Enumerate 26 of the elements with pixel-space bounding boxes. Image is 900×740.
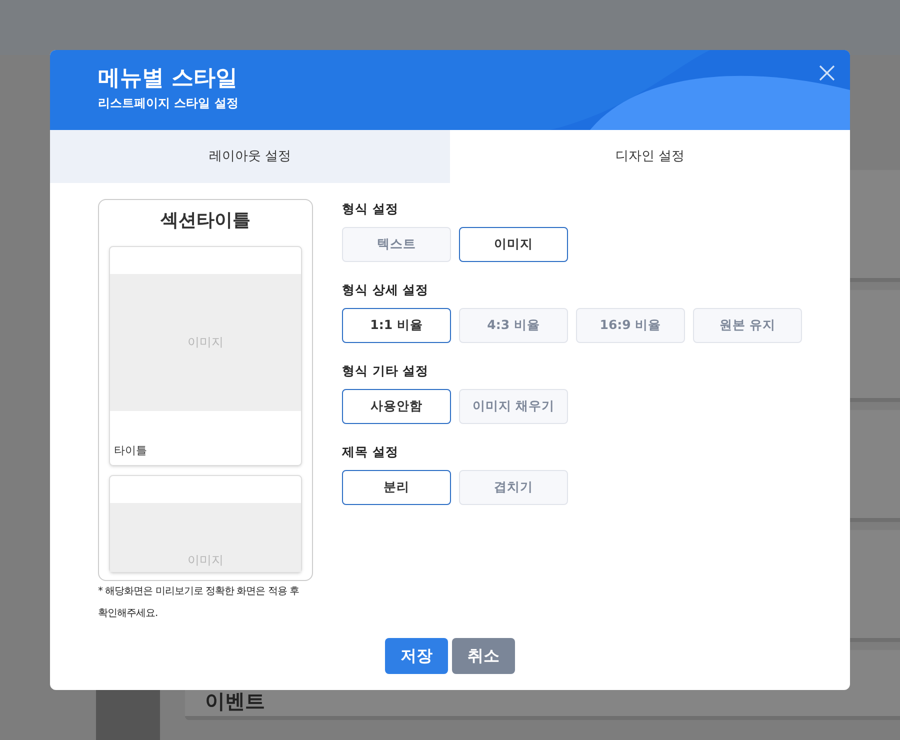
section-title: 섹션타이틀 <box>160 209 252 233</box>
modal-subtitle: 리스트페이지 스타일 설정 <box>98 95 238 112</box>
card-caption: 타이틀 <box>113 443 148 459</box>
image-label: 이미지 <box>188 335 224 350</box>
setting-label: 형식 설정 <box>342 200 400 218</box>
cancel-button[interactable]: 취소 <box>452 638 515 674</box>
option-button[interactable]: 분리 <box>342 470 451 505</box>
option-button[interactable]: 텍스트 <box>342 227 451 262</box>
close-icon[interactable] <box>819 65 835 81</box>
save-button[interactable]: 저장 <box>385 638 448 674</box>
setting-label: 제목 설정 <box>342 443 400 461</box>
option-button[interactable]: 1:1 비율 <box>342 308 451 343</box>
modal-title: 메뉴별 스타일 <box>98 65 238 93</box>
option-button[interactable]: 원본 유지 <box>693 308 802 343</box>
image-label: 이미지 <box>188 553 224 568</box>
option-button[interactable]: 4:3 비율 <box>459 308 568 343</box>
setting-label: 형식 상세 설정 <box>342 281 430 299</box>
card-title: 이벤트 <box>205 689 265 713</box>
tab[interactable]: 레이아웃 설정 <box>50 130 450 183</box>
preview-note: * 해당화면은 미리보기로 정확한 화면은 적용 후 확인해주세요. <box>98 585 300 621</box>
option-button[interactable]: 겹치기 <box>459 470 568 505</box>
option-button[interactable]: 이미지 <box>459 227 568 262</box>
option-button[interactable]: 이미지 채우기 <box>459 389 568 424</box>
option-button[interactable]: 16:9 비율 <box>576 308 685 343</box>
setting-label: 형식 기타 설정 <box>342 362 430 380</box>
option-button[interactable]: 사용안함 <box>342 389 451 424</box>
